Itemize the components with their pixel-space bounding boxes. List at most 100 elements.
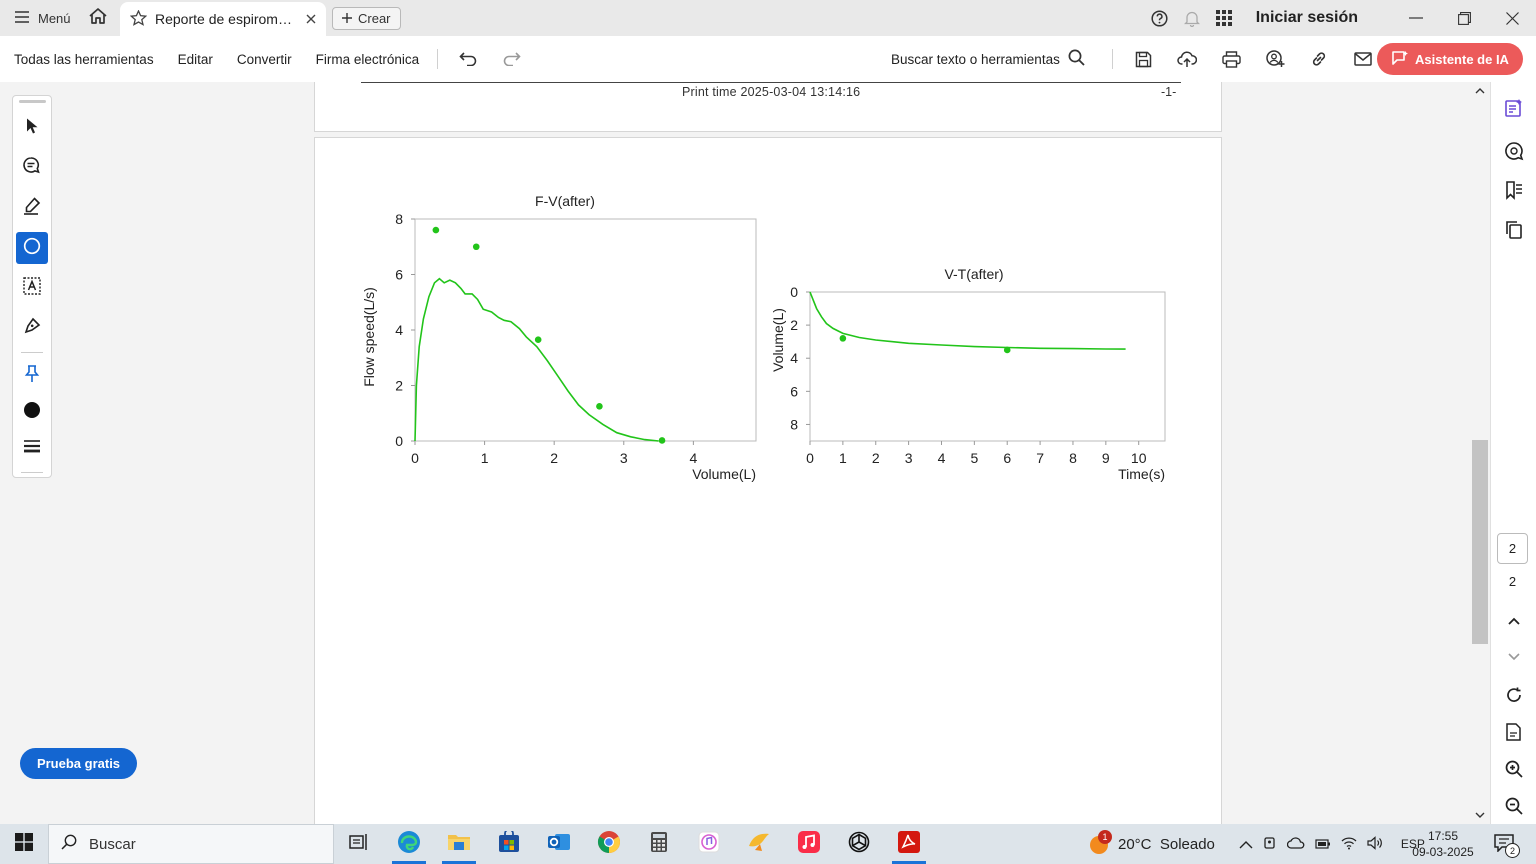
- fit-page-icon[interactable]: [1502, 720, 1526, 744]
- redo-icon[interactable]: [490, 36, 534, 82]
- text-box-icon: [22, 276, 42, 301]
- footer-rule: [361, 82, 1181, 83]
- volume-icon[interactable]: [1367, 835, 1385, 853]
- select-tool[interactable]: [16, 112, 48, 144]
- page-up-icon[interactable]: [1502, 609, 1526, 633]
- task-view-button[interactable]: [334, 824, 384, 864]
- bell-icon[interactable]: [1176, 0, 1208, 36]
- page-down-icon[interactable]: [1502, 645, 1526, 669]
- create-button[interactable]: Crear: [332, 7, 401, 30]
- clock-time: 17:55: [1427, 829, 1459, 843]
- clock[interactable]: 17:55 09-03-2025: [1408, 828, 1478, 860]
- color-swatch-icon: [23, 401, 41, 424]
- weather-badge: 1: [1098, 830, 1112, 844]
- scroll-down-icon[interactable]: [1474, 809, 1486, 821]
- draw-tool[interactable]: [16, 312, 48, 344]
- convert-link[interactable]: Convertir: [237, 52, 292, 67]
- all-tools-link[interactable]: Todas las herramientas: [14, 52, 154, 67]
- x-tick-label: 4: [938, 450, 946, 466]
- pin-tool[interactable]: [16, 360, 48, 392]
- zoom-in-icon[interactable]: [1502, 757, 1526, 781]
- notification-center[interactable]: 2: [1494, 834, 1520, 858]
- scroll-up-icon[interactable]: [1474, 85, 1486, 97]
- text-box-tool[interactable]: [16, 272, 48, 304]
- menu-button[interactable]: Menú: [0, 0, 85, 36]
- edit-link[interactable]: Editar: [178, 52, 213, 67]
- wifi-icon[interactable]: [1341, 836, 1357, 853]
- print-icon[interactable]: [1209, 36, 1253, 82]
- restore-button[interactable]: [1440, 0, 1488, 36]
- tab-document[interactable]: Reporte de espirometr...: [120, 2, 326, 36]
- esign-link[interactable]: Firma electrónica: [316, 52, 420, 67]
- edit-pdf-icon[interactable]: [1502, 96, 1526, 120]
- taskbar-app-file-explorer[interactable]: [434, 824, 484, 864]
- taskbar-app-edge[interactable]: [384, 824, 434, 864]
- palette-drag-handle[interactable]: [19, 100, 46, 103]
- y-tick-label: 2: [790, 317, 798, 333]
- link-icon[interactable]: [1297, 36, 1341, 82]
- taskbar-app-store[interactable]: [484, 824, 534, 864]
- shape-tool[interactable]: [16, 232, 48, 264]
- cloud-upload-icon[interactable]: [1165, 36, 1209, 82]
- highlight-tool[interactable]: [16, 192, 48, 224]
- taskbar-search[interactable]: Buscar: [48, 824, 334, 864]
- taskbar-app-bird[interactable]: [734, 824, 784, 864]
- home-icon: [88, 7, 108, 30]
- y-tick-label: 4: [790, 350, 798, 366]
- weather-widget[interactable]: 1 20°C Soleado: [1088, 830, 1215, 855]
- chart-title: V-T(after): [944, 266, 1003, 282]
- taskbar-app-chrome[interactable]: [584, 824, 634, 864]
- minimize-button[interactable]: [1392, 0, 1440, 36]
- meet-icon[interactable]: [1263, 835, 1277, 854]
- cursor-arrow-icon: [25, 117, 39, 140]
- comments-panel-icon[interactable]: [1502, 139, 1526, 163]
- taskbar-app-music[interactable]: [784, 824, 834, 864]
- plot-frame: [414, 218, 757, 442]
- start-button[interactable]: [0, 824, 48, 864]
- vt-curve: [809, 291, 1126, 350]
- home-button[interactable]: [78, 0, 118, 36]
- x-tick-label: 5: [970, 450, 978, 466]
- battery-icon[interactable]: [1315, 836, 1331, 852]
- ai-assistant-button[interactable]: Asistente de IA: [1377, 43, 1523, 75]
- ai-assistant-label: Asistente de IA: [1415, 51, 1509, 67]
- taskbar-app-acrobat[interactable]: [884, 824, 934, 864]
- close-window-button[interactable]: [1488, 0, 1536, 36]
- pages-panel-icon[interactable]: [1502, 218, 1526, 242]
- store-icon: [498, 828, 520, 858]
- signin-link[interactable]: Iniciar sesión: [1256, 9, 1358, 27]
- apps-grid-icon[interactable]: [1208, 0, 1240, 36]
- comment-tool[interactable]: [16, 152, 48, 184]
- x-tick-label: 2: [550, 450, 558, 466]
- close-tab-icon[interactable]: [306, 11, 316, 27]
- taskbar-app-calculator[interactable]: [634, 824, 684, 864]
- taskbar-app-itunes[interactable]: [684, 824, 734, 864]
- data-point: [658, 437, 666, 444]
- taskbar-app-chatgpt[interactable]: [834, 824, 884, 864]
- search-tools-button[interactable]: Buscar texto o herramientas: [891, 36, 1085, 82]
- taskbar-app-outlook[interactable]: [534, 824, 584, 864]
- color-picker[interactable]: [16, 396, 48, 428]
- axis-label-x: Volume(L): [692, 466, 756, 482]
- save-icon[interactable]: [1121, 36, 1165, 82]
- weather-text: 20°C Soleado: [1118, 835, 1215, 853]
- scrollbar-thumb[interactable]: [1472, 440, 1488, 644]
- zoom-out-icon[interactable]: [1502, 794, 1526, 818]
- share-user-icon[interactable]: [1253, 36, 1297, 82]
- right-rail: [1490, 82, 1536, 824]
- search-icon: [1068, 49, 1085, 69]
- toolbar-divider: [437, 49, 439, 69]
- clock-date: 09-03-2025: [1412, 845, 1474, 859]
- y-tick-label: 2: [395, 378, 403, 394]
- onedrive-icon[interactable]: [1286, 836, 1305, 852]
- show-hidden-icons-icon[interactable]: [1239, 836, 1253, 852]
- undo-icon[interactable]: [446, 36, 490, 82]
- star-icon[interactable]: [129, 8, 148, 29]
- refresh-icon[interactable]: [1502, 683, 1526, 707]
- bookmarks-icon[interactable]: [1502, 178, 1526, 202]
- free-trial-button[interactable]: Prueba gratis: [20, 748, 137, 779]
- line-weight-tool[interactable]: [16, 432, 48, 464]
- current-page-input[interactable]: 2: [1497, 533, 1528, 564]
- menu-label: Menú: [38, 10, 71, 26]
- help-icon[interactable]: [1144, 0, 1176, 36]
